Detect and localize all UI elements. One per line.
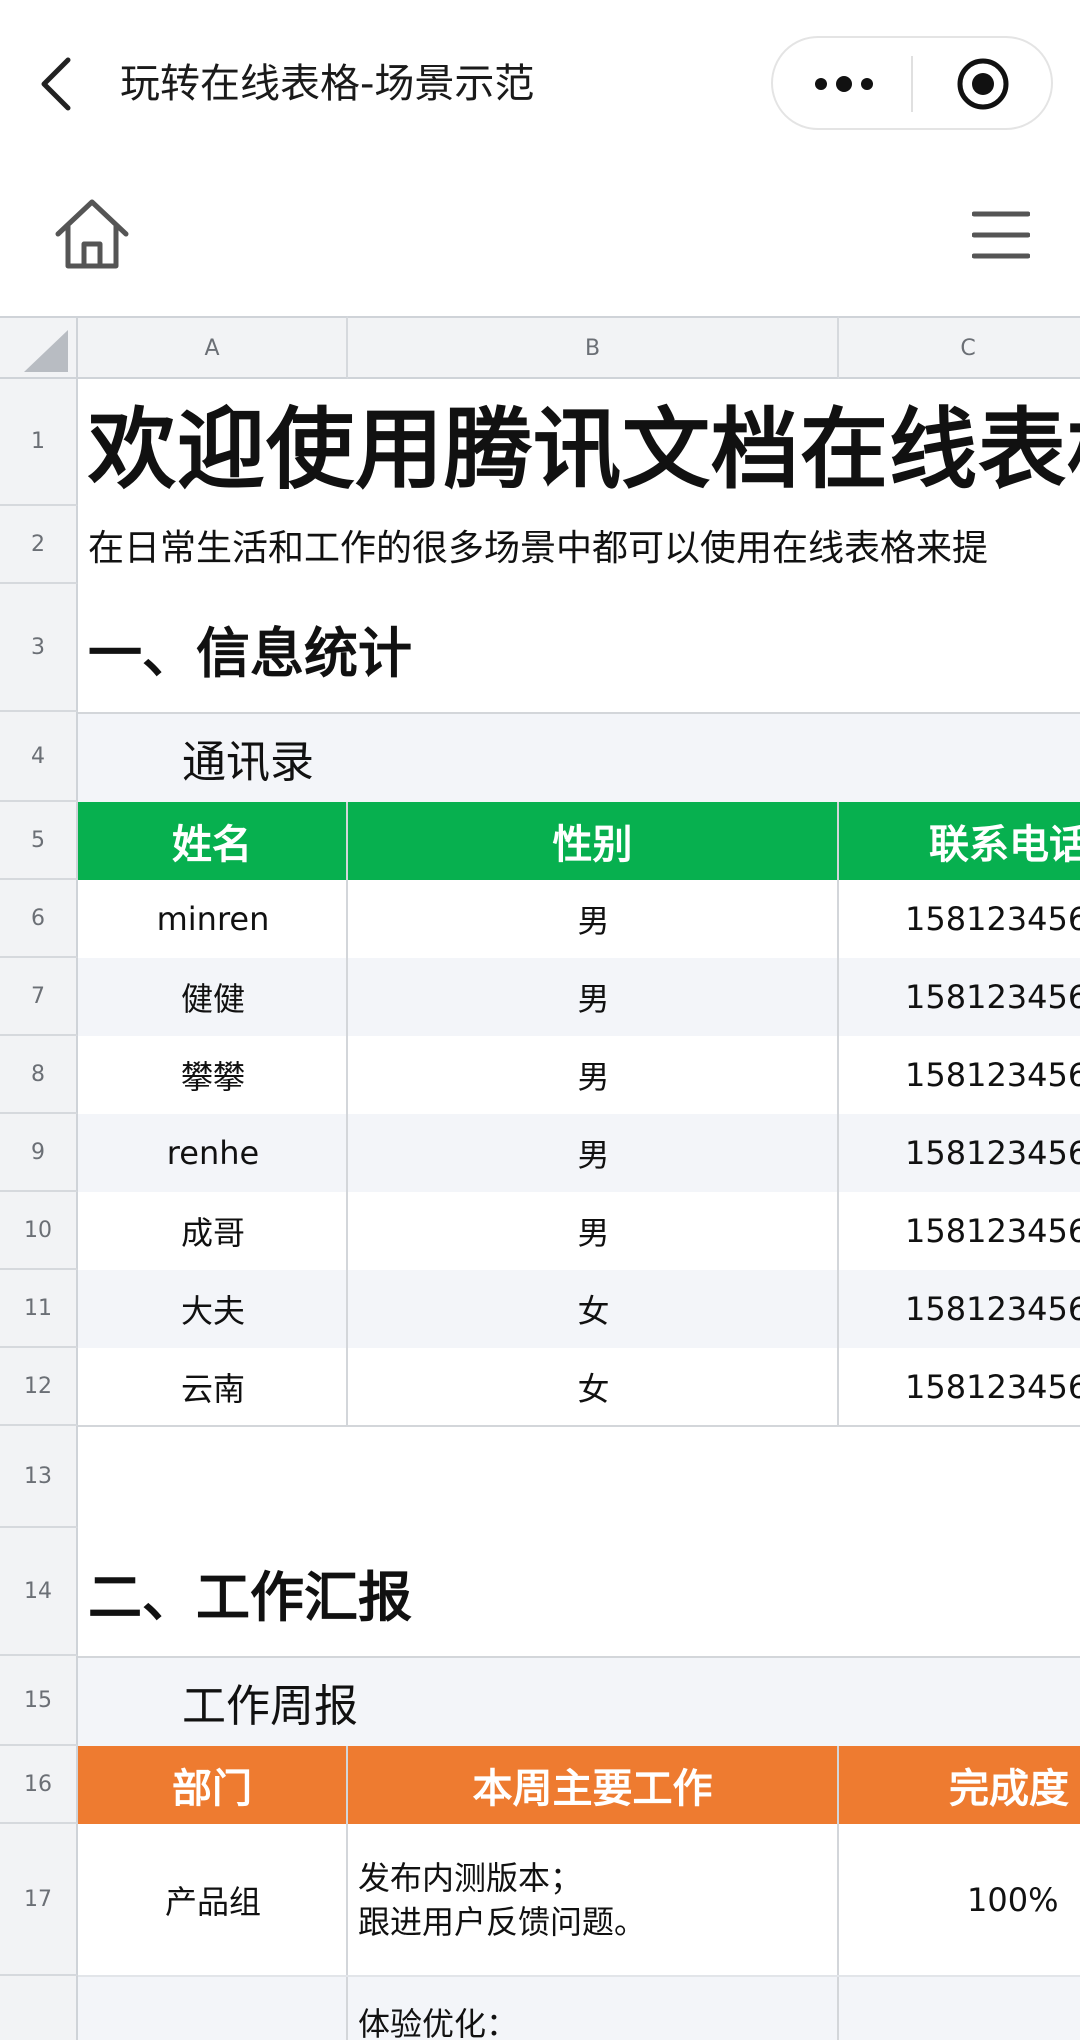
row-header-2[interactable]: 2 [0, 506, 78, 584]
contact-gender[interactable]: 男 [348, 958, 839, 1036]
column-header-a[interactable]: A [78, 316, 348, 379]
row-header-14[interactable]: 14 [0, 1528, 78, 1656]
weekly-work-line: 体验优化： [358, 2005, 519, 2040]
gridline [346, 802, 348, 1426]
contacts-header-gender[interactable]: 性别 [348, 802, 837, 880]
contact-gender[interactable]: 男 [348, 880, 839, 958]
row-header-4[interactable]: 4 [0, 712, 78, 802]
contacts-header-name[interactable]: 姓名 [78, 802, 346, 880]
row-header-9[interactable]: 9 [0, 1114, 78, 1192]
weekly-work-line: 跟进用户反馈问题。 [358, 1903, 647, 1941]
contact-phone[interactable]: 15812345678 [839, 958, 1080, 1036]
row-header-11[interactable]: 11 [0, 1270, 78, 1348]
row-header-8[interactable]: 8 [0, 1036, 78, 1114]
contacts-caption[interactable]: 通讯录 [78, 714, 1080, 802]
gridline [78, 1425, 1080, 1427]
weekly-caption[interactable]: 工作周报 [78, 1658, 1080, 1746]
column-header-b[interactable]: B [348, 316, 839, 379]
capsule-menu [771, 36, 1053, 130]
back-arrow-icon[interactable] [36, 54, 80, 114]
weekly-progress[interactable]: 100% [839, 1824, 1080, 1976]
section-title-report[interactable]: 二、工作汇报 [88, 1528, 1080, 1656]
row-header-17[interactable]: 17 [0, 1824, 78, 1976]
contact-name[interactable]: 云南 [78, 1348, 348, 1426]
corner-triangle-icon [24, 330, 68, 372]
row-header-6[interactable]: 6 [0, 880, 78, 958]
weekly-header-progress[interactable]: 完成度 [839, 1746, 1080, 1824]
row-header-18[interactable] [0, 1976, 78, 2040]
contact-gender[interactable]: 女 [348, 1348, 839, 1426]
weekly-dept[interactable]: 产品组 [78, 1824, 348, 1976]
row-header-5[interactable]: 5 [0, 802, 78, 880]
intro-text[interactable]: 在日常生活和工作的很多场景中都可以使用在线表格来提 [88, 506, 1080, 584]
spreadsheet-grid[interactable]: A B C 1 2 3 4 5 6 7 8 9 10 11 12 13 14 1… [0, 316, 1080, 2040]
sheet-title[interactable]: 欢迎使用腾讯文档在线表格 [88, 379, 1080, 506]
contact-phone[interactable]: 15812345678 [839, 1348, 1080, 1426]
row-header-7[interactable]: 7 [0, 958, 78, 1036]
weekly-dept[interactable] [78, 1976, 348, 2040]
weekly-header-dept[interactable]: 部门 [78, 1746, 346, 1824]
contact-name[interactable]: renhe [78, 1114, 348, 1192]
doc-toolbar [0, 160, 1080, 316]
mini-program-navbar: 玩转在线表格-场景示范 [0, 0, 1080, 160]
row-header-12[interactable]: 12 [0, 1348, 78, 1426]
contact-name[interactable]: minren [78, 880, 348, 958]
section-title-stats[interactable]: 一、信息统计 [88, 584, 1080, 712]
contact-phone[interactable]: 15812345678 [839, 1270, 1080, 1348]
weekly-work[interactable]: 体验优化： [348, 1976, 839, 2040]
weekly-progress[interactable] [839, 1976, 1080, 2040]
contact-gender[interactable]: 男 [348, 1192, 839, 1270]
row-header-1[interactable]: 1 [0, 379, 78, 506]
contact-name[interactable]: 攀攀 [78, 1036, 348, 1114]
gridline [346, 1746, 348, 2040]
row-header-3[interactable]: 3 [0, 584, 78, 712]
select-all-corner[interactable] [0, 316, 78, 379]
close-target-icon[interactable] [955, 56, 1011, 112]
capsule-divider [911, 56, 913, 112]
contact-phone[interactable]: 15812345678 [839, 1114, 1080, 1192]
contact-phone[interactable]: 15812345678 [839, 1036, 1080, 1114]
contact-name[interactable]: 健健 [78, 958, 348, 1036]
contact-name[interactable]: 成哥 [78, 1192, 348, 1270]
weekly-work[interactable]: 发布内测版本； 跟进用户反馈问题。 [348, 1824, 839, 1976]
weekly-header-work[interactable]: 本周主要工作 [348, 1746, 837, 1824]
contact-name[interactable]: 大夫 [78, 1270, 348, 1348]
gridline [837, 1746, 839, 2040]
home-icon[interactable] [54, 198, 130, 270]
contact-gender[interactable]: 女 [348, 1270, 839, 1348]
row-header-16[interactable]: 16 [0, 1746, 78, 1824]
column-header-c[interactable]: C [839, 316, 1080, 379]
hamburger-menu-icon[interactable] [972, 208, 1030, 262]
contact-phone[interactable]: 15812345678 [839, 880, 1080, 958]
more-dots-icon[interactable] [809, 64, 879, 104]
row-header-10[interactable]: 10 [0, 1192, 78, 1270]
page-title: 玩转在线表格-场景示范 [120, 61, 535, 107]
contact-gender[interactable]: 男 [348, 1114, 839, 1192]
weekly-work-line: 发布内测版本； [358, 1859, 583, 1897]
row-header-13[interactable]: 13 [0, 1426, 78, 1528]
gridline [837, 802, 839, 1426]
contact-phone[interactable]: 15812345678 [839, 1192, 1080, 1270]
contact-gender[interactable]: 男 [348, 1036, 839, 1114]
gridline [78, 1975, 1080, 1977]
row-header-15[interactable]: 15 [0, 1656, 78, 1746]
contacts-header-phone[interactable]: 联系电话 [839, 802, 1080, 880]
